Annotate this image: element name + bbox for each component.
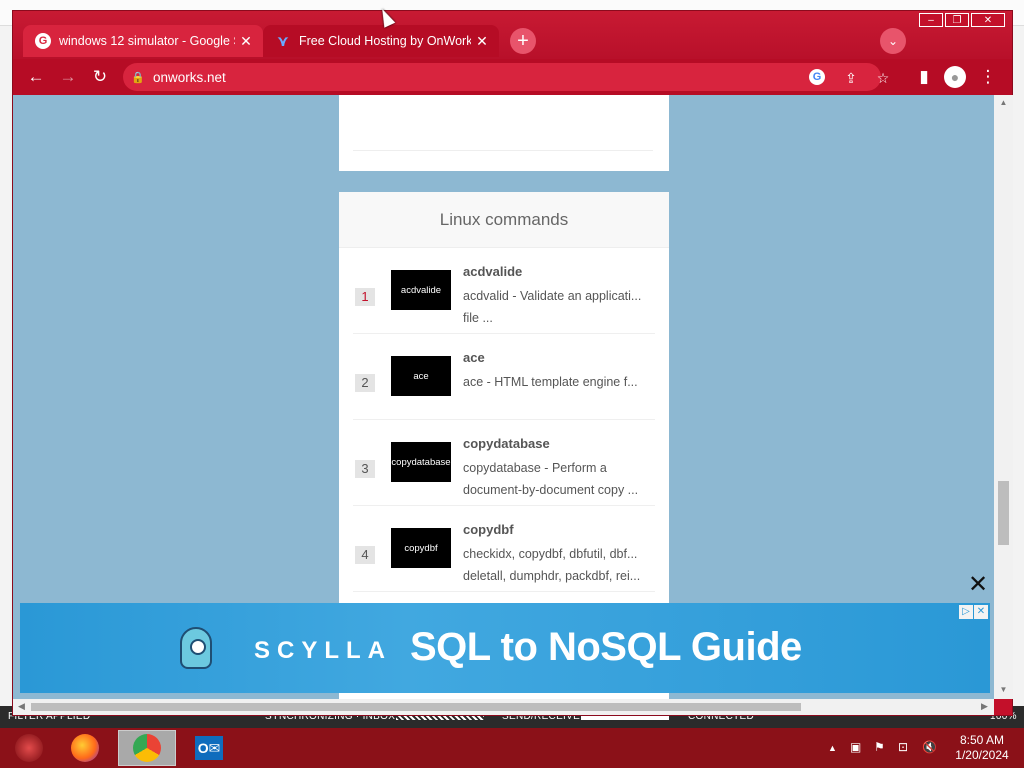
desc-line-1: copydatabase - Perform a bbox=[463, 461, 607, 475]
browser-window: G windows 12 simulator - Google S ✕ ⋎ Fr… bbox=[12, 10, 1013, 716]
page-viewport: Linux commands 1 acdvalide acdvalide acd… bbox=[13, 95, 994, 699]
command-name[interactable]: copydbf bbox=[463, 522, 514, 537]
google-lens-icon[interactable]: G bbox=[809, 69, 825, 85]
back-button[interactable]: ← bbox=[24, 65, 48, 89]
profile-avatar-icon[interactable]: ● bbox=[944, 66, 966, 88]
share-icon[interactable]: ⇪ bbox=[840, 67, 862, 89]
scroll-right-arrow-icon[interactable]: ▶ bbox=[981, 701, 988, 712]
command-thumbnail[interactable]: acdvalide bbox=[391, 270, 451, 310]
clock[interactable]: 8:50 AM 1/20/2024 bbox=[950, 733, 1014, 763]
forward-button[interactable]: → bbox=[56, 65, 80, 89]
desc-line-1: checkidx, copydbf, dbfutil, dbf... bbox=[463, 547, 638, 561]
desc-line-2: file ... bbox=[463, 311, 493, 325]
tab-title: Free Cloud Hosting by OnWorks bbox=[299, 34, 471, 48]
ad-close-button[interactable]: ✕ bbox=[965, 571, 991, 598]
clock-date: 1/20/2024 bbox=[955, 748, 1009, 762]
browser-toolbar: ← → ↻ 🔒 onworks.net G ⇪ ☆ ▮ ● ⋮ bbox=[13, 59, 1012, 95]
rank-badge: 2 bbox=[355, 374, 375, 392]
address-bar[interactable]: 🔒 onworks.net G ⇪ ☆ bbox=[123, 63, 889, 91]
command-description: checkidx, copydbf, dbfutil, dbf... delet… bbox=[463, 543, 653, 587]
outlook-icon: O✉ bbox=[195, 736, 223, 760]
scylla-mascot-icon bbox=[180, 627, 212, 669]
rank-badge: 1 bbox=[355, 288, 375, 306]
command-thumbnail[interactable]: copydbf bbox=[391, 528, 451, 568]
command-description: acdvalid - Validate an applicati... file… bbox=[463, 285, 653, 329]
tab-google-search[interactable]: G windows 12 simulator - Google S ✕ bbox=[23, 25, 263, 57]
horizontal-scroll-thumb[interactable] bbox=[31, 703, 801, 711]
command-name[interactable]: acdvalide bbox=[463, 264, 522, 279]
tab-title: windows 12 simulator - Google S bbox=[59, 34, 235, 48]
command-item[interactable]: 1 acdvalide acdvalide acdvalid - Validat… bbox=[353, 248, 655, 334]
command-item[interactable]: 3 copydatabase copydatabase copydatabase… bbox=[353, 420, 655, 506]
side-panel-icon[interactable]: ▮ bbox=[912, 65, 936, 89]
scroll-up-arrow-icon[interactable]: ▲ bbox=[998, 98, 1009, 108]
ad-dismiss-icon[interactable]: ✕ bbox=[974, 605, 988, 619]
adchoices-icon[interactable]: ▷ bbox=[959, 605, 973, 619]
ad-brand: SCYLLA bbox=[254, 637, 392, 664]
onworks-icon: ⋎ bbox=[276, 33, 290, 50]
network-monitor-icon[interactable]: ▣ bbox=[850, 740, 861, 754]
reload-button[interactable]: ↻ bbox=[88, 65, 112, 89]
scylla-ad-banner[interactable]: ▷ ✕ SCYLLA SQL to NoSQL Guide bbox=[20, 603, 990, 693]
rank-badge: 3 bbox=[355, 460, 375, 478]
tray-show-hidden-icon[interactable]: ▲ bbox=[828, 743, 837, 753]
start-button[interactable] bbox=[0, 730, 58, 766]
taskbar-outlook[interactable]: O✉ bbox=[180, 730, 238, 766]
taskbar-chrome[interactable] bbox=[118, 730, 176, 766]
horizontal-scrollbar[interactable]: ◀ ▶ bbox=[13, 699, 994, 715]
tab-bar: G windows 12 simulator - Google S ✕ ⋎ Fr… bbox=[13, 11, 1012, 59]
taskbar-firefox[interactable] bbox=[56, 730, 114, 766]
chrome-icon bbox=[133, 734, 161, 762]
scroll-left-arrow-icon[interactable]: ◀ bbox=[18, 701, 25, 712]
clock-time: 8:50 AM bbox=[959, 733, 1005, 747]
rank-badge: 4 bbox=[355, 546, 375, 564]
command-item[interactable]: 4 copydbf copydbf checkidx, copydbf, dbf… bbox=[353, 506, 655, 592]
vertical-scrollbar[interactable]: ▲ ▼ bbox=[994, 95, 1013, 699]
lock-icon[interactable]: 🔒 bbox=[123, 71, 153, 84]
command-thumbnail[interactable]: copydatabase bbox=[391, 442, 451, 482]
command-thumbnail[interactable]: ace bbox=[391, 356, 451, 396]
ad-headline: SQL to NoSQL Guide bbox=[410, 625, 802, 669]
scroll-down-arrow-icon[interactable]: ▼ bbox=[998, 685, 1009, 695]
tab-search-button[interactable]: ⌄ bbox=[880, 28, 906, 54]
desc-line-2: deletall, dumphdr, packdbf, rei... bbox=[463, 569, 641, 583]
command-description: ace - HTML template engine f... bbox=[463, 371, 653, 393]
tab-close-icon[interactable]: ✕ bbox=[235, 33, 257, 50]
divider bbox=[353, 150, 653, 151]
command-name[interactable]: ace bbox=[463, 350, 485, 365]
firefox-icon bbox=[71, 734, 99, 762]
window-controls: – ❐ ✕ bbox=[917, 13, 1005, 27]
vertical-scroll-thumb[interactable] bbox=[998, 481, 1009, 545]
previous-card bbox=[339, 95, 669, 171]
section-title: Linux commands bbox=[339, 192, 669, 248]
address-text: onworks.net bbox=[153, 69, 226, 85]
google-icon: G bbox=[35, 33, 51, 49]
desc-line-1: acdvalid - Validate an applicati... bbox=[463, 289, 642, 303]
taskbar: O✉ ▲ ▣ ⚑ ⊡ 🔇 8:50 AM 1/20/2024 bbox=[0, 728, 1024, 768]
volume-muted-icon[interactable]: 🔇 bbox=[922, 740, 937, 754]
desc-line-2: document-by-document copy ... bbox=[463, 483, 639, 497]
desc-line-1: ace - HTML template engine f... bbox=[463, 375, 638, 389]
menu-icon[interactable]: ⋮ bbox=[976, 65, 1000, 89]
adchoices[interactable]: ▷ ✕ bbox=[958, 605, 988, 619]
tab-onworks[interactable]: ⋎ Free Cloud Hosting by OnWorks ✕ bbox=[263, 25, 499, 57]
command-description: copydatabase - Perform a document-by-doc… bbox=[463, 457, 653, 501]
flag-icon[interactable]: ⚑ bbox=[874, 740, 885, 754]
command-name[interactable]: copydatabase bbox=[463, 436, 550, 451]
maximize-button[interactable]: ❐ bbox=[945, 13, 969, 27]
start-orb-icon bbox=[15, 734, 43, 762]
bookmark-star-icon[interactable]: ☆ bbox=[872, 67, 894, 89]
tab-close-icon[interactable]: ✕ bbox=[471, 33, 493, 50]
minimize-button[interactable]: – bbox=[919, 13, 943, 27]
new-tab-button[interactable]: + bbox=[510, 28, 536, 54]
close-window-button[interactable]: ✕ bbox=[971, 13, 1005, 27]
network-icon[interactable]: ⊡ bbox=[898, 740, 908, 754]
command-item[interactable]: 2 ace ace ace - HTML template engine f..… bbox=[353, 334, 655, 420]
